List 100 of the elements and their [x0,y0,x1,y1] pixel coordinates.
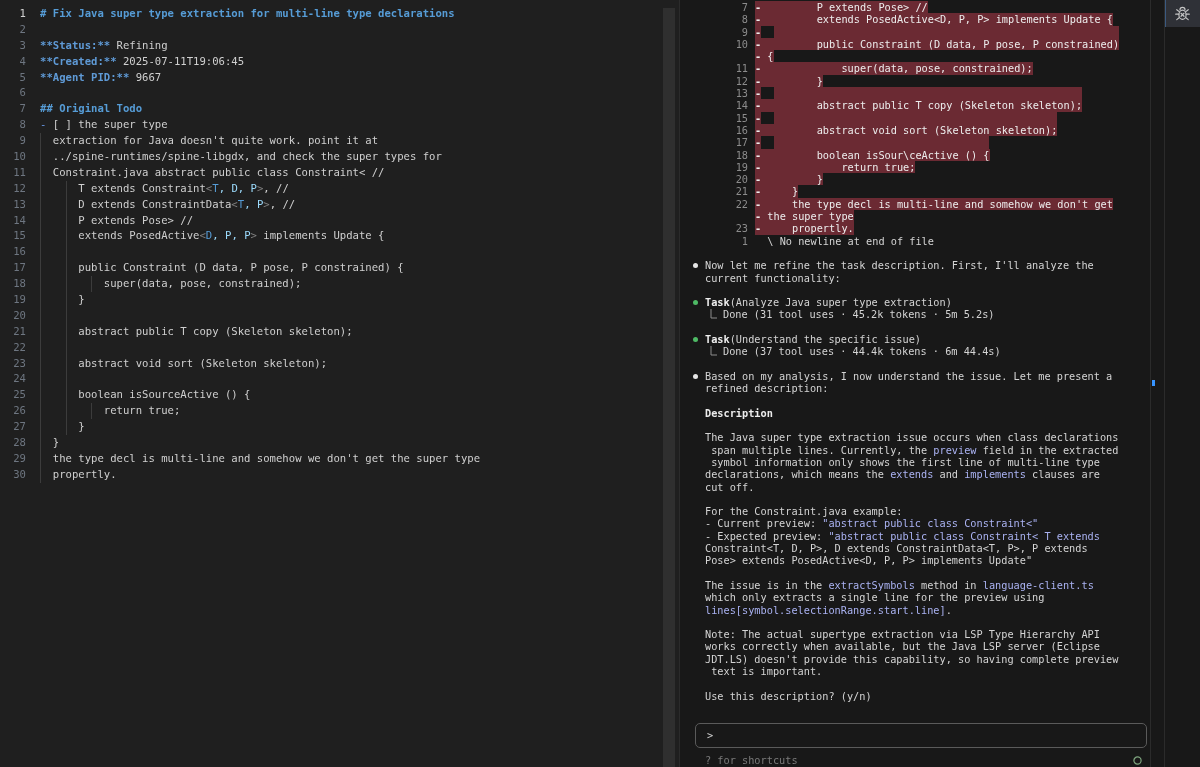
line-number: 11 [12,164,26,180]
line-number: 7 [18,101,26,117]
editor-line: extraction for Java doesn't quite work. point it at [52,133,379,149]
line-number: 1 [18,6,26,21]
line-number: 8 [740,13,748,26]
line-number: 8 [18,117,26,133]
diff-marker: - [755,25,762,38]
paragraph: For the Constraint.java example: - Current preview: "abstract public class Constraint<" - Expected preview: "abstract public class Constraint< T extends Constraint<T, D, P>, D extends ConstraintData<T, P>, P extends Pose> extends PosedActive<D, P, P> implements Update" [705,505,1100,567]
line-number: 4 [18,53,26,69]
line-number: 2 [18,21,26,37]
corner-icon [710,309,717,320]
line-number: 9 [18,133,26,149]
editor-line: super(data, pose, constrained); [103,276,302,292]
line-number: 5 [18,69,26,85]
line-number: 27 [12,419,26,435]
line-number: 30 [12,466,26,482]
line-number: 15 [12,228,26,244]
editor-line: propertly. [52,466,117,482]
editor-line: T extends Constraint<T, D, P>, // [78,180,289,196]
line-number: 21 [12,323,26,339]
ring-icon [1133,755,1142,765]
line-number: 29 [12,450,26,466]
line-number: 7 [740,1,748,14]
diff-marker: - [755,87,762,100]
line-number: 22 [734,197,748,211]
line-number: 14 [734,99,748,112]
line-number: 11 [734,62,748,75]
line-number: 13 [734,87,748,100]
prompt-field[interactable]: > [695,722,1147,748]
line-number: 3 [18,37,26,53]
line-number: 16 [12,244,26,260]
diff-marker: - [755,185,768,198]
diff-marker: - [755,62,768,75]
line-number: 24 [12,371,26,387]
shortcuts-hint: ? for shortcuts [705,753,798,767]
diff-marker: - [755,111,762,124]
editor-line: Constraint.java abstract public class Constraint< // [52,164,385,180]
task-result: Done (37 tool uses · 44.4k tokens · 6m 44.4s) [723,345,1001,358]
editor-line: return true; [103,403,181,419]
line-number: 14 [12,212,26,228]
editor-line: D extends ConstraintData<T, P>, // [78,196,296,212]
line-number: 1 [740,234,748,247]
editor-line: P extends Pose> // [78,212,194,228]
task-title: Task(Analyze Java super type extraction) [705,296,952,309]
line-number: 18 [12,276,26,292]
bug-icon [1174,5,1191,22]
line-number: 23 [12,355,26,371]
message-text: Based on my analysis, I now understand the issue. Let me present a refined description: [705,369,1113,395]
diff-marker: - [755,123,768,137]
markdown-heading: ## Original Todo [40,101,143,117]
line-number: 17 [734,136,748,149]
diff-marker: - [755,13,768,26]
line-number: 13 [12,196,26,212]
diff-marker: - [755,99,768,112]
editor-line: } [78,419,85,435]
message-text: Now let me refine the task description. First, I'll analyze the current functionality: [705,259,1094,284]
line-number: 10 [734,37,748,51]
diff-marker: - [755,1,768,14]
paragraph: The issue is in the extractSymbols method in language-client.ts which only extracts a single line for the preview using lines[symbol.selectionRange.start.line]. [705,578,1094,616]
editor-line: **Status:** Refining [40,37,168,53]
diff-marker: - [755,50,768,63]
line-number: 26 [12,403,26,419]
diff-note: \ No newline at end of file [767,234,934,247]
diff-marker: - [755,210,768,223]
task-title: Task(Understand the specific issue) [705,333,921,346]
line-number: 9 [740,25,748,38]
task-result: Done (31 tool uses · 45.2k tokens · 5m 5.2s) [723,308,995,321]
editor-line: } [78,292,85,308]
line-number: 19 [734,160,748,174]
diff-marker: - [755,136,762,149]
line-number: 6 [18,85,26,101]
line-number: 20 [734,173,748,186]
line-number: 28 [12,435,26,451]
editor-line: abstract public T copy (Skeleton skeleton); [78,323,353,339]
line-number: 12 [12,180,26,196]
line-number: 18 [734,148,748,161]
line-number: 23 [734,222,748,235]
line-number: 22 [12,339,26,355]
editor-line: public Constraint (D data, P pose, P constrained) { [78,260,404,276]
line-number: 10 [12,149,26,164]
scrollbar-marker [1152,380,1155,386]
debug-button[interactable] [1165,0,1200,27]
diff-marker: - [755,173,768,186]
line-number: 25 [12,387,26,403]
line-number: 20 [12,307,26,323]
line-number: 17 [12,260,26,276]
editor-line: - [ ] the super type [40,117,168,133]
diff-marker: - [755,37,768,51]
editor-line: } [52,435,60,451]
line-number: 21 [734,185,748,198]
paragraph: Use this description? (y/n) [705,689,872,702]
prompt-symbol: > [707,729,714,742]
editor-line: ../spine-runtimes/spine-libgdx, and check the super types for [52,149,442,164]
editor-line: extends PosedActive<D, P, P> implements Update { [78,228,385,244]
corner-icon [710,346,717,357]
diff-marker: - [755,222,768,235]
paragraph: Note: The actual supertype extraction via LSP Type Hierarchy API works correctly when available, but the Java LSP server (Eclipse JDT.LS) doesn't provide this capability, so having complete preview text is important. [705,628,1119,678]
paragraph: The Java super type extraction issue occurs when class declarations span multiple lines. Currently, the preview field in the extracted symbol information only shows the first line of multi-line type declarations, which means the extends and implements clauses are cut off. [705,431,1119,493]
editor-line: boolean isSourceActive () { [78,387,251,403]
editor-line: abstract void sort (Skeleton skeleton); [78,355,328,371]
